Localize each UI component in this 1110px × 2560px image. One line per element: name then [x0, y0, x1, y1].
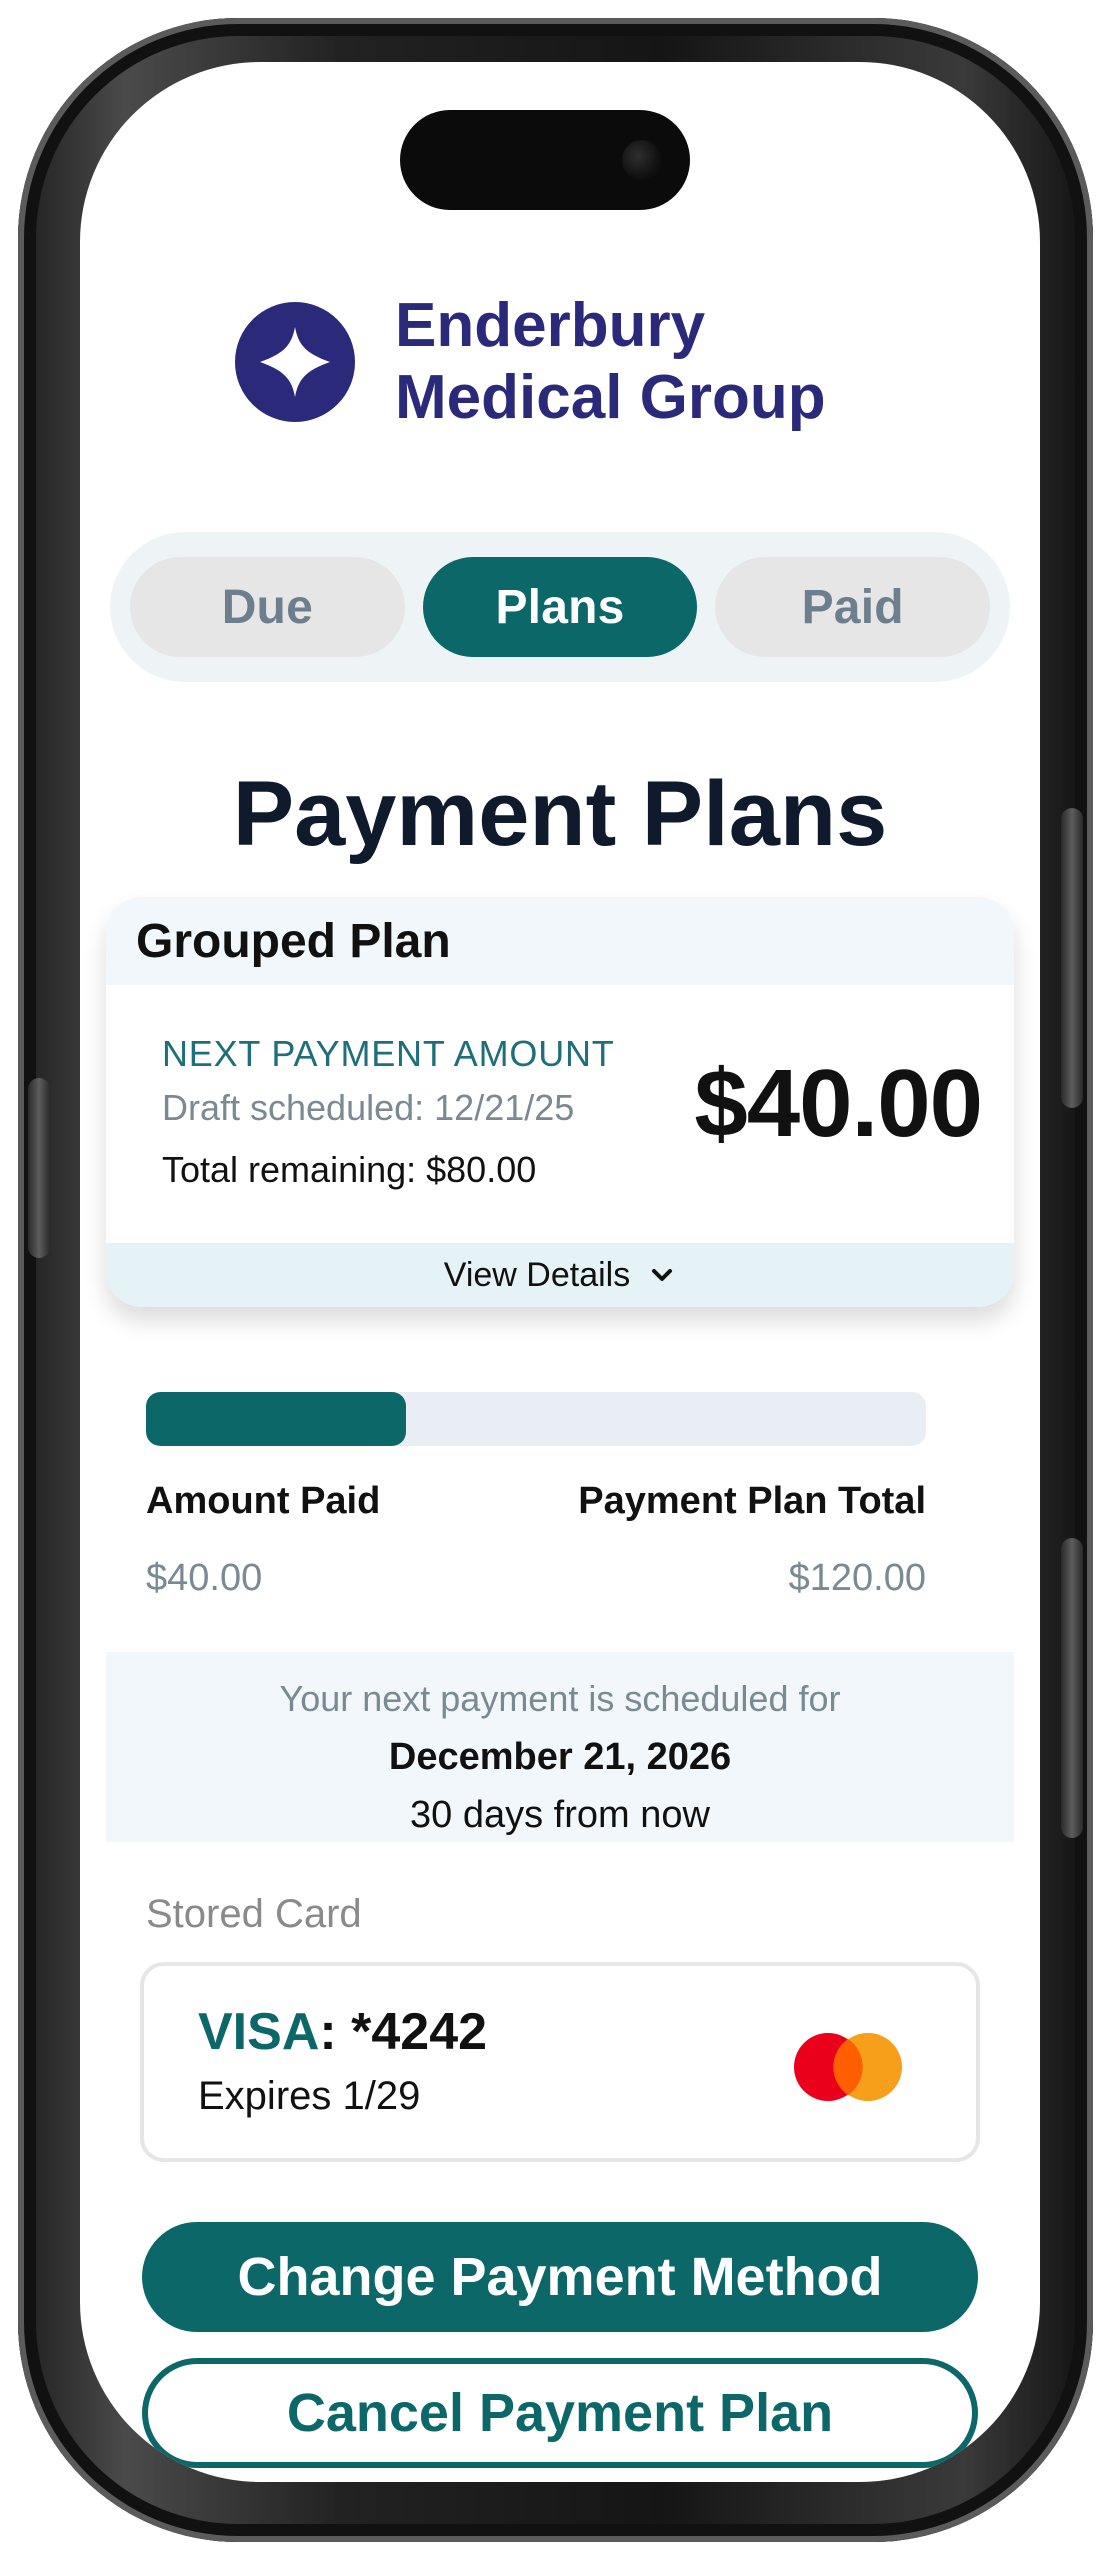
card-separator: : [319, 2003, 352, 2061]
amount-paid-value: $40.00 [146, 1557, 263, 1599]
card-number: *4242 [351, 2003, 488, 2061]
plan-summary: NEXT PAYMENT AMOUNT Draft scheduled: 12/… [162, 1027, 642, 1197]
draft-scheduled: Draft scheduled: 12/21/25 [162, 1087, 575, 1128]
change-payment-method-button[interactable]: Change Payment Method [142, 2222, 978, 2332]
schedule-line: Your next payment is scheduled for [279, 1678, 841, 1719]
card-expires: Expires 1/29 [198, 2074, 421, 2118]
payment-progress: Amount Paid Payment Plan Total $40.00 $1… [146, 1392, 926, 1600]
page-title: Payment Plans [232, 763, 888, 865]
org-name-line-2: Medical Group [395, 363, 826, 432]
schedule-relative: 30 days from now [410, 1794, 710, 1836]
chevron-down-icon [652, 1269, 673, 1281]
dynamic-island [400, 110, 690, 210]
org-name: Enderbury Medical Group [395, 290, 826, 434]
progress-labels: Amount Paid Payment Plan Total [146, 1480, 926, 1523]
progress-values: $40.00 $120.00 [146, 1557, 926, 1600]
side-button-volume-up [1061, 808, 1083, 1108]
plan-card-header: Grouped Plan [106, 897, 1014, 985]
card-line: VISA: *4242 [198, 2000, 487, 2064]
total-remaining: Total remaining: $80.00 [162, 1149, 537, 1190]
schedule-date: December 21, 2026 [388, 1736, 732, 1778]
plan-total-value: $120.00 [788, 1557, 926, 1599]
stored-card: VISA: *4242 Expires 1/29 [140, 1962, 980, 2162]
tab-bar: Due Plans Paid [110, 532, 1010, 682]
side-button-volume-down [1061, 1538, 1083, 1838]
camera-icon [622, 140, 662, 180]
next-payment-amount: $40.00 [694, 1050, 983, 1157]
view-details-label: View Details [443, 1255, 631, 1294]
progress-track [146, 1392, 926, 1446]
tab-due[interactable]: Due [130, 557, 405, 657]
cancel-payment-plan-button[interactable]: Cancel Payment Plan [142, 2358, 978, 2468]
screen: Enderbury Medical Group Due Plans Paid P… [80, 62, 1040, 2482]
phone-frame: Enderbury Medical Group Due Plans Paid P… [18, 18, 1093, 2542]
schedule-info: Your next payment is scheduled for Decem… [106, 1652, 1014, 1842]
plan-card-title: Grouped Plan [136, 914, 451, 968]
mastercard-icon [794, 2033, 902, 2101]
stored-card-label: Stored Card [146, 1892, 362, 1936]
side-button-power [28, 1078, 50, 1258]
tab-paid[interactable]: Paid [715, 557, 991, 657]
card-brand: VISA [198, 2003, 320, 2061]
card-details: VISA: *4242 Expires 1/29 [198, 2000, 487, 2124]
progress-fill [146, 1392, 406, 1446]
app-content: Enderbury Medical Group Due Plans Paid P… [80, 62, 1040, 2482]
header: Enderbury Medical Group [235, 272, 855, 452]
star-icon [260, 327, 330, 397]
view-details-button[interactable]: View Details [106, 1243, 1014, 1307]
org-logo-icon [235, 302, 355, 422]
org-name-line-1: Enderbury [395, 291, 706, 360]
tab-plans[interactable]: Plans [422, 557, 698, 657]
plan-total-label: Payment Plan Total [578, 1480, 926, 1522]
plan-card: Grouped Plan NEXT PAYMENT AMOUNT Draft s… [106, 897, 1014, 1307]
amount-paid-label: Amount Paid [146, 1480, 381, 1522]
next-payment-label: NEXT PAYMENT AMOUNT [162, 1033, 615, 1074]
